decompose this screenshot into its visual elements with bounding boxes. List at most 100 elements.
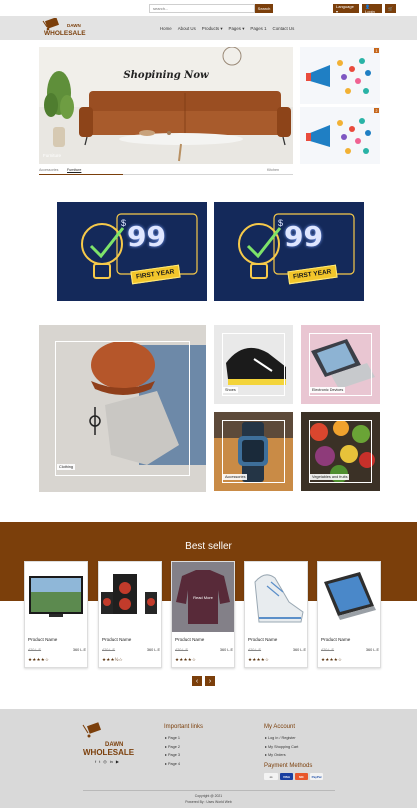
product-price: 420 L.E 360 L.E: [248, 648, 306, 652]
footer-link-page-2[interactable]: ▸ Page 2: [165, 743, 180, 752]
footer-link-login[interactable]: ▸ Log in / Register: [265, 734, 298, 743]
linkedin-icon[interactable]: in: [110, 759, 113, 764]
product-rating: ★★★★☆: [175, 657, 197, 662]
carousel-prev-button[interactable]: ‹: [192, 676, 202, 686]
tablet-image: [324, 572, 376, 620]
read-more-button[interactable]: Read More: [172, 562, 234, 632]
product-image: [99, 562, 161, 632]
category-shoes[interactable]: Shoes: [214, 325, 293, 404]
offer-currency: $: [121, 218, 127, 228]
product-image: [25, 562, 87, 632]
hero-caption: Furniture: [43, 153, 62, 158]
nav-item-pages[interactable]: Pages ▾: [229, 26, 245, 32]
product-name: Product Name: [102, 637, 132, 642]
offer-price: 99: [284, 220, 323, 253]
cart-button[interactable]: 🛒: [385, 4, 396, 13]
mastercard-icon: MC: [295, 773, 308, 780]
category-electronic[interactable]: Electronic Devices: [301, 325, 380, 404]
product-new-price: 360 L.E: [72, 648, 86, 652]
megaphone-icon: [300, 107, 380, 164]
product-card-2[interactable]: Product Name 420 L.E 360 L.E ★★★½☆: [98, 561, 162, 668]
hero-progress-fill: [39, 174, 123, 175]
product-old-price: 420 L.E: [321, 648, 335, 652]
my-account-list: ▸ Log in / Register ▸ My Shopping Cart ▸…: [265, 734, 298, 760]
facebook-icon[interactable]: f: [95, 759, 96, 764]
product-new-price: 360 L.E: [365, 648, 379, 652]
product-rating: ★★★★☆: [321, 657, 343, 662]
visa-icon: VISA: [280, 773, 293, 780]
search-button[interactable]: Search: [255, 4, 273, 13]
footer-link-page-1[interactable]: ▸ Page 1: [165, 734, 180, 743]
hero-title: Shopining Now: [123, 70, 209, 81]
product-image: [245, 562, 307, 632]
hero-slider[interactable]: Shopining Now Furniture: [39, 47, 293, 164]
cart-logo-icon: [82, 722, 102, 738]
category-label: Electronic Devices: [310, 387, 346, 393]
nav-item-pages-1[interactable]: Pages 1: [250, 26, 266, 32]
hero-image: [39, 47, 293, 164]
search-input[interactable]: [149, 4, 255, 13]
logo-bottom-text: WHOLESALE: [44, 30, 86, 37]
footer-link-page-3[interactable]: ▸ Page 3: [165, 751, 180, 760]
youtube-icon[interactable]: ▶: [116, 759, 119, 764]
brand-logo[interactable]: DAWN WHOLESALE: [42, 17, 86, 38]
product-new-price: 360 L.E: [292, 648, 306, 652]
product-image: [318, 562, 380, 632]
category-label: Vegetables and fruits: [310, 474, 350, 480]
footer-divider: [83, 790, 335, 791]
cart-logo-icon: DAWN WHOLESALE: [42, 17, 86, 37]
product-card-5[interactable]: Product Name 420 L.E 360 L.E ★★★★☆: [317, 561, 381, 668]
offer-currency: $: [278, 218, 284, 228]
nav-item-home[interactable]: Home: [160, 26, 172, 32]
hero-thumb-furniture[interactable]: Furniture: [67, 168, 81, 172]
nav-links: Home About Us Products ▾ Pages ▾ Pages 1…: [160, 26, 294, 32]
top-actions: Language ▾ 👤 Login 🛒: [333, 4, 396, 14]
best-seller-title: Best seller: [185, 541, 232, 552]
footer-link-orders[interactable]: ▸ My Orders: [265, 751, 298, 760]
nav-item-about[interactable]: About Us: [178, 26, 196, 32]
carousel-next-button[interactable]: ›: [205, 676, 215, 686]
payment-methods: ▭ VISA MC PayPal: [264, 773, 323, 780]
search-bar: Search: [149, 4, 273, 13]
twitter-icon[interactable]: t: [99, 759, 100, 764]
payment-methods-title: Payment Methods: [264, 763, 313, 769]
product-price: 420 L.E 360 L.E: [102, 648, 160, 652]
nav-item-products[interactable]: Products ▾: [202, 26, 223, 32]
footer-logo[interactable]: DAWN WHOLESALE: [83, 742, 134, 757]
product-name: Product Name: [321, 637, 351, 642]
offer-banner-1[interactable]: $ 99 FIRST YEAR: [57, 202, 207, 301]
paypal-icon: PayPal: [310, 773, 323, 780]
category-vegetables[interactable]: Vegetables and fruits: [301, 412, 380, 491]
footer-link-cart[interactable]: ▸ My Shopping Cart: [265, 743, 298, 752]
product-card-4[interactable]: Product Name 420 L.E 360 L.E ★★★★☆: [244, 561, 308, 668]
product-old-price: 420 L.E: [102, 648, 116, 652]
nav-item-contact[interactable]: Contact Us: [273, 26, 295, 32]
product-new-price: 360 L.E: [219, 648, 233, 652]
speakers-image: [101, 574, 157, 614]
logo-top-text: DAWN: [67, 23, 81, 28]
product-old-price: 420 L.E: [28, 648, 42, 652]
category-clothing[interactable]: Clothing: [39, 325, 206, 492]
product-old-price: 420 L.E: [248, 648, 262, 652]
product-name: Product Name: [175, 637, 205, 642]
my-account-title: My Account: [264, 724, 296, 730]
offer-banner-2[interactable]: $ 99 FIRST YEAR: [214, 202, 364, 301]
product-card-3[interactable]: Read More Product Name 420 L.E 360 L.E ★…: [171, 561, 235, 668]
product-card-1[interactable]: Product Name 420 L.E 360 L.E ★★★★☆: [24, 561, 88, 668]
category-accessories[interactable]: Accessories: [214, 412, 293, 491]
footer-link-page-4[interactable]: ▸ Page 4: [165, 760, 180, 769]
copyright-text: Copyright @ 2021: [194, 794, 223, 798]
promo-tile-1[interactable]: 1: [300, 47, 380, 104]
language-dropdown[interactable]: Language ▾: [333, 4, 359, 14]
promo-badge: 1: [374, 48, 379, 53]
promo-tile-2[interactable]: 2: [300, 107, 380, 164]
product-name: Product Name: [28, 637, 58, 642]
promo-badge: 2: [374, 108, 379, 113]
offer-price: 99: [127, 220, 166, 253]
instagram-icon[interactable]: ◎: [103, 759, 107, 764]
megaphone-icon: [300, 47, 380, 104]
category-label: Clothing: [57, 464, 75, 470]
login-button[interactable]: 👤 Login: [362, 4, 382, 14]
top-bar: Search Language ▾ 👤 Login 🛒: [0, 0, 417, 16]
product-old-price: 420 L.E: [175, 648, 189, 652]
